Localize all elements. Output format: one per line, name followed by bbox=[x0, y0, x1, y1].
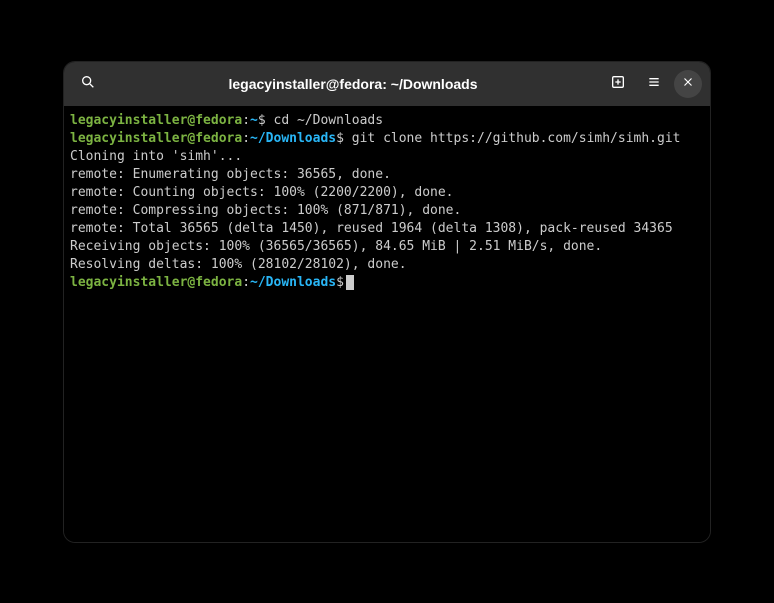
command-text: cd ~/Downloads bbox=[266, 113, 383, 128]
terminal-line: legacyinstaller@fedora:~/Downloads$ git … bbox=[70, 130, 704, 148]
terminal-output: remote: Counting objects: 100% (2200/220… bbox=[70, 184, 704, 202]
prompt-path: ~/Downloads bbox=[250, 131, 336, 146]
titlebar: legacyinstaller@fedora: ~/Downloads bbox=[64, 62, 710, 106]
new-tab-button[interactable] bbox=[602, 68, 634, 100]
menu-button[interactable] bbox=[638, 68, 670, 100]
terminal-line: legacyinstaller@fedora:~$ cd ~/Downloads bbox=[70, 112, 704, 130]
terminal-output: remote: Total 36565 (delta 1450), reused… bbox=[70, 220, 704, 238]
terminal-line: legacyinstaller@fedora:~/Downloads$ bbox=[70, 274, 704, 292]
terminal-output: remote: Compressing objects: 100% (871/8… bbox=[70, 202, 704, 220]
cursor bbox=[346, 275, 354, 290]
hamburger-icon bbox=[646, 74, 662, 94]
close-button[interactable] bbox=[674, 70, 702, 98]
close-icon bbox=[681, 75, 695, 93]
search-button[interactable] bbox=[72, 68, 104, 100]
terminal-window: legacyinstaller@fedora: ~/Downloads lega… bbox=[63, 61, 711, 543]
terminal-output: Resolving deltas: 100% (28102/28102), do… bbox=[70, 256, 704, 274]
prompt-path: ~/Downloads bbox=[250, 275, 336, 290]
prompt-userhost: legacyinstaller@fedora bbox=[70, 275, 242, 290]
terminal-output: remote: Enumerating objects: 36565, done… bbox=[70, 166, 704, 184]
terminal-output: Receiving objects: 100% (36565/36565), 8… bbox=[70, 238, 704, 256]
search-icon bbox=[80, 74, 96, 94]
prompt-userhost: legacyinstaller@fedora bbox=[70, 113, 242, 128]
terminal-output: Cloning into 'simh'... bbox=[70, 148, 704, 166]
prompt-path: ~ bbox=[250, 113, 258, 128]
terminal-body[interactable]: legacyinstaller@fedora:~$ cd ~/Downloads… bbox=[64, 106, 710, 542]
plus-square-icon bbox=[610, 74, 626, 94]
prompt-userhost: legacyinstaller@fedora bbox=[70, 131, 242, 146]
window-title: legacyinstaller@fedora: ~/Downloads bbox=[108, 76, 598, 92]
command-text: git clone https://github.com/simh/simh.g… bbox=[344, 131, 681, 146]
